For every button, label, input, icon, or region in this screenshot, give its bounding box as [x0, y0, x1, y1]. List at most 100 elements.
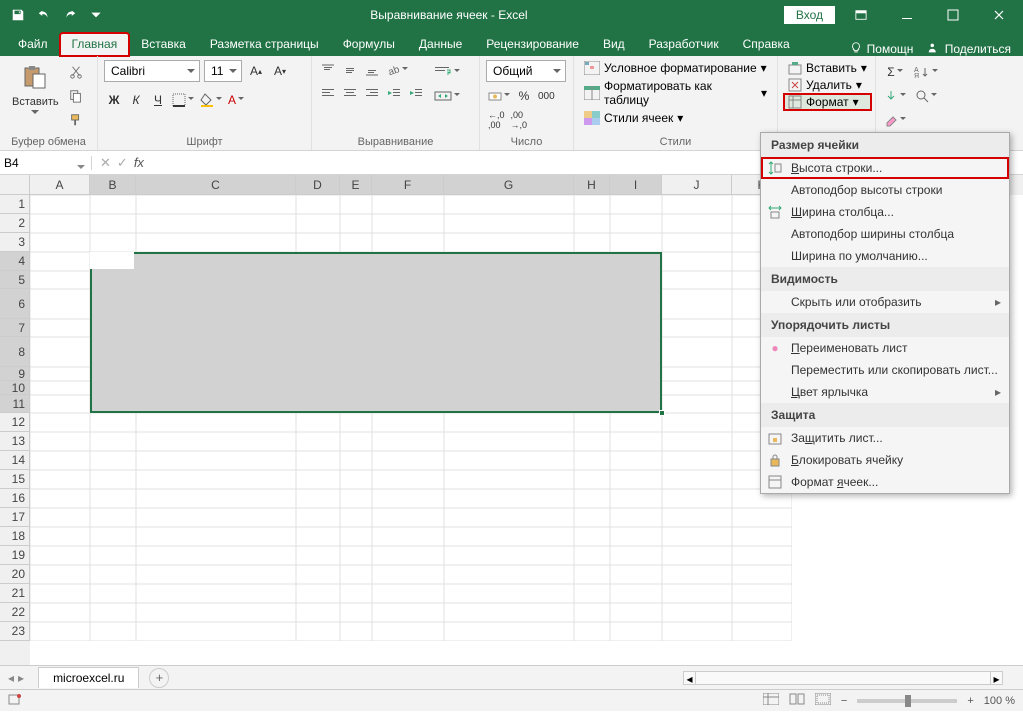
enter-formula-icon[interactable]: ✓ [117, 155, 128, 171]
row-header[interactable]: 21 [0, 584, 30, 603]
row-header[interactable]: 8 [0, 337, 30, 367]
col-header[interactable]: J [662, 175, 732, 195]
bold-button[interactable]: Ж [104, 90, 124, 110]
tab-help[interactable]: Справка [731, 33, 802, 56]
row-header[interactable]: 18 [0, 527, 30, 546]
align-left-icon[interactable] [318, 83, 338, 103]
decrease-decimal-icon[interactable]: ,00→,0 [509, 110, 530, 130]
orientation-icon[interactable]: ab [384, 60, 410, 80]
sheet-tab[interactable]: microexcel.ru [38, 667, 139, 688]
align-bottom-icon[interactable] [362, 60, 382, 80]
clear-icon[interactable] [882, 110, 908, 130]
increase-decimal-icon[interactable]: ←,0,00 [486, 110, 507, 130]
comma-icon[interactable]: 000 [536, 86, 557, 106]
font-color-button[interactable]: A [226, 90, 246, 110]
login-button[interactable]: Вход [784, 6, 835, 24]
row-header[interactable]: 6 [0, 289, 30, 319]
row-header[interactable]: 5 [0, 271, 30, 289]
font-size-combo[interactable]: 11 [204, 60, 242, 82]
wrap-text-icon[interactable] [432, 62, 462, 82]
zoom-slider[interactable] [857, 699, 957, 703]
fill-color-button[interactable] [198, 90, 224, 110]
align-right-icon[interactable] [362, 83, 382, 103]
col-header[interactable]: H [574, 175, 610, 195]
col-header[interactable]: B [90, 175, 136, 195]
paste-button[interactable]: Вставить [6, 60, 65, 117]
horizontal-scrollbar[interactable]: ◂▸ [683, 671, 1003, 685]
col-header[interactable]: A [30, 175, 90, 195]
row-header[interactable]: 23 [0, 622, 30, 641]
dd-hide-unhide[interactable]: Скрыть или отобразить [761, 291, 1009, 313]
tab-file[interactable]: Файл [6, 33, 60, 56]
dd-default-width[interactable]: Ширина по умолчанию... [761, 245, 1009, 267]
col-header[interactable]: C [136, 175, 296, 195]
underline-button[interactable]: Ч [148, 90, 168, 110]
border-button[interactable] [170, 90, 196, 110]
fill-icon[interactable] [882, 86, 908, 106]
share-button[interactable]: Поделиться [927, 41, 1011, 56]
conditional-formatting-button[interactable]: Условное форматирование ▾ [580, 60, 771, 76]
tab-layout[interactable]: Разметка страницы [198, 33, 331, 56]
row-header[interactable]: 16 [0, 489, 30, 508]
sheet-nav-first-icon[interactable]: ◂ [8, 671, 14, 685]
row-header[interactable]: 22 [0, 603, 30, 622]
view-layout-icon[interactable] [789, 693, 805, 708]
view-pagebreak-icon[interactable] [815, 693, 831, 708]
delete-cells-button[interactable]: Удалить ▾ [784, 77, 871, 93]
redo-icon[interactable] [58, 3, 82, 27]
cut-icon[interactable] [65, 62, 87, 82]
zoom-out-icon[interactable]: − [841, 695, 847, 707]
row-header[interactable]: 4 [0, 252, 30, 271]
zoom-in-icon[interactable]: + [967, 695, 973, 707]
undo-icon[interactable] [32, 3, 56, 27]
dd-col-width[interactable]: Ширина столбца... [761, 201, 1009, 223]
record-macro-icon[interactable] [8, 692, 22, 709]
row-header[interactable]: 7 [0, 319, 30, 337]
autosum-icon[interactable]: Σ [882, 62, 908, 82]
row-header[interactable]: 17 [0, 508, 30, 527]
tab-developer[interactable]: Разработчик [637, 33, 731, 56]
format-as-table-button[interactable]: Форматировать как таблицу ▾ [580, 78, 771, 108]
italic-button[interactable]: К [126, 90, 146, 110]
col-header[interactable]: E [340, 175, 372, 195]
currency-icon[interactable] [486, 86, 512, 106]
sheet-nav-last-icon[interactable]: ▸ [18, 671, 24, 685]
align-top-icon[interactable] [318, 60, 338, 80]
col-header[interactable]: G [444, 175, 574, 195]
row-header[interactable]: 15 [0, 470, 30, 489]
dd-format-cells[interactable]: Формат ячеек... [761, 471, 1009, 493]
row-header[interactable]: 11 [0, 395, 30, 413]
decrease-indent-icon[interactable] [384, 83, 404, 103]
tab-home[interactable]: Главная [60, 33, 130, 56]
qat-customize-icon[interactable] [84, 3, 108, 27]
increase-font-icon[interactable]: A▴ [246, 61, 266, 81]
sort-filter-icon[interactable]: АЯ [912, 62, 940, 82]
fx-icon[interactable]: fx [134, 155, 144, 171]
name-box[interactable]: B4 [0, 156, 92, 170]
tab-insert[interactable]: Вставка [129, 33, 198, 56]
row-header[interactable]: 12 [0, 413, 30, 432]
merge-button[interactable] [432, 86, 462, 106]
align-middle-icon[interactable] [340, 60, 360, 80]
font-name-combo[interactable]: Calibri [104, 60, 200, 82]
format-painter-icon[interactable] [65, 110, 87, 130]
row-header[interactable]: 19 [0, 546, 30, 565]
view-normal-icon[interactable] [763, 693, 779, 708]
help-search[interactable]: Помощн [849, 41, 913, 56]
dd-move-sheet[interactable]: Переместить или скопировать лист... [761, 359, 1009, 381]
tab-data[interactable]: Данные [407, 33, 474, 56]
add-sheet-button[interactable]: + [149, 668, 169, 688]
col-header[interactable]: I [610, 175, 662, 195]
ribbon-display-icon[interactable] [841, 0, 881, 30]
find-select-icon[interactable] [912, 86, 940, 106]
dd-lock-cell[interactable]: Блокировать ячейку [761, 449, 1009, 471]
cell-styles-button[interactable]: Стили ячеек ▾ [580, 110, 771, 126]
increase-indent-icon[interactable] [406, 83, 426, 103]
align-center-icon[interactable] [340, 83, 360, 103]
cancel-formula-icon[interactable]: ✕ [100, 155, 111, 171]
dd-autofit-row[interactable]: Автоподбор высоты строки [761, 179, 1009, 201]
tab-review[interactable]: Рецензирование [474, 33, 591, 56]
col-header[interactable]: D [296, 175, 340, 195]
minimize-icon[interactable] [887, 0, 927, 30]
row-header[interactable]: 1 [0, 195, 30, 214]
